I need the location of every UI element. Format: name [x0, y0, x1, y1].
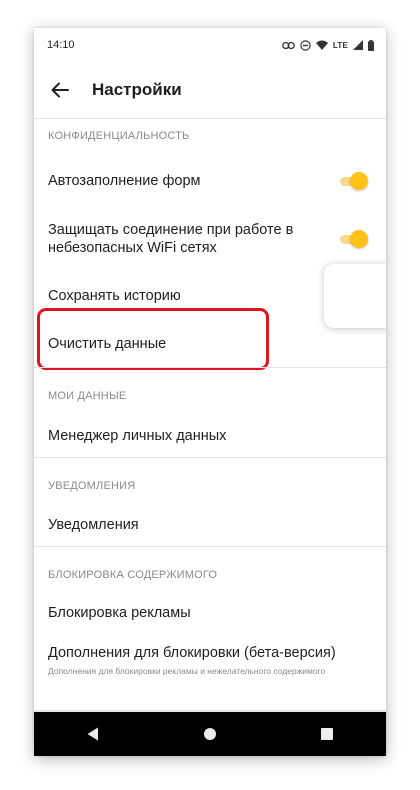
home-circle-icon	[203, 728, 216, 740]
divider	[34, 546, 386, 547]
divider	[34, 367, 386, 368]
blocking-addons-text: Дополнения для блокировки (бета-версия) …	[48, 644, 372, 676]
autofill-toggle[interactable]	[338, 172, 368, 190]
side-panel-handle[interactable]	[324, 264, 386, 328]
recents-square-icon	[321, 728, 334, 740]
protect-wifi-toggle[interactable]	[338, 230, 368, 248]
notifications-item[interactable]: Уведомления	[34, 507, 386, 543]
back-button[interactable]	[34, 62, 86, 118]
status-bar: 14:10 LTE	[34, 28, 386, 62]
divider	[34, 457, 386, 458]
ad-blocking-label: Блокировка рекламы	[48, 605, 191, 621]
signal-icon	[353, 40, 363, 50]
ad-blocking-item[interactable]: Блокировка рекламы	[34, 595, 386, 631]
status-icons: LTE	[282, 39, 374, 51]
nav-recents-button[interactable]	[297, 712, 357, 756]
page-title: Настройки	[92, 80, 182, 99]
blocking-addons-label: Дополнения для блокировки (бета-версия)	[48, 645, 336, 661]
nav-back-button[interactable]	[63, 712, 123, 756]
autofill-label: Автозаполнение форм	[48, 173, 201, 189]
wifi-icon	[315, 40, 328, 50]
personal-data-manager-label: Менеджер личных данных	[48, 428, 227, 444]
highlight-frame	[37, 308, 269, 370]
section-header-content-blocking: БЛОКИРОВКА СОДЕРЖИМОГО	[48, 569, 218, 581]
protect-wifi-label: Защищать соединение при работе в небезоп…	[48, 222, 294, 256]
section-header-privacy: КОНФИДЕНЦИАЛЬНОСТЬ	[48, 130, 190, 142]
nav-home-button[interactable]	[180, 712, 240, 756]
autofill-setting[interactable]: Автозаполнение форм	[34, 162, 386, 200]
phone-screen: 14:10 LTE Настройки КОНФИДЕНЦИАЛЬНОСТЬ А…	[34, 28, 386, 756]
do-not-disturb-icon	[300, 39, 311, 51]
link-icon	[282, 41, 295, 49]
back-triangle-icon	[87, 727, 98, 741]
section-header-notifications: УВЕДОМЛЕНИЯ	[48, 480, 136, 492]
protect-wifi-setting[interactable]: Защищать соединение при работе в небезоп…	[34, 215, 386, 263]
personal-data-manager-item[interactable]: Менеджер личных данных	[34, 418, 386, 454]
network-type: LTE	[332, 40, 348, 50]
blocking-addons-item[interactable]: Дополнения для блокировки (бета-версия) …	[34, 644, 386, 702]
notifications-label: Уведомления	[48, 517, 139, 533]
app-toolbar: Настройки	[34, 62, 386, 119]
system-navigation-bar	[34, 712, 386, 756]
status-time: 14:10	[47, 39, 75, 51]
battery-icon	[368, 39, 374, 51]
toggle-thumb	[350, 230, 368, 248]
section-header-my-data: МОИ ДАННЫЕ	[48, 390, 127, 402]
blocking-addons-sublabel: Дополнения для блокировки рекламы и неже…	[48, 666, 326, 676]
arrow-left-icon	[51, 82, 69, 98]
toggle-thumb	[350, 172, 368, 190]
